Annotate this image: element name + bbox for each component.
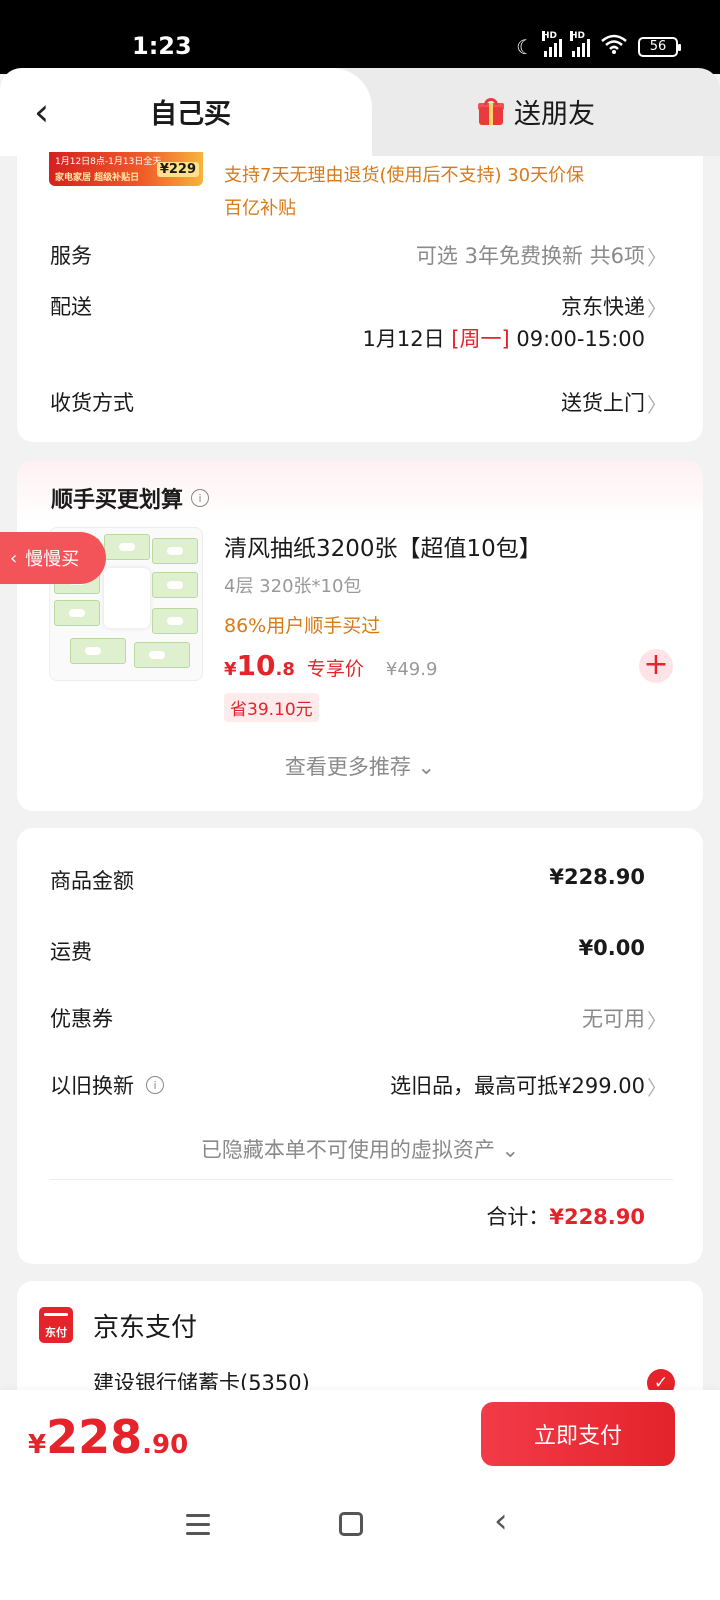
service-value[interactable]: 可选 3年免费换新 共6项 (416, 240, 645, 270)
slow-buy-label: 慢慢买 (25, 549, 80, 570)
delivery-value[interactable]: 京东快递 (561, 291, 645, 321)
promo-banner: 1月12日8点-1月13日全天 家电家居 超级补贴日 ¥229 (49, 152, 203, 186)
shipping-label: 运费 (50, 940, 92, 964)
tab-self-buy-label: 自己买 (150, 99, 231, 130)
chevron-left-icon: ‹ (10, 547, 18, 569)
status-icons: ☾ HD HD 56 (516, 30, 681, 59)
promo-banner-title: 家电家居 超级补贴日 (55, 173, 140, 183)
home-icon[interactable] (339, 1512, 363, 1536)
product-price: ¥ 10 .8 专享价 ¥49.9 (224, 649, 438, 682)
back-arrow-icon[interactable]: ‹ (34, 92, 64, 132)
service-chevron-icon[interactable]: 〉 (647, 242, 667, 271)
status-time: 1:23 (132, 32, 192, 60)
moon-icon: ☾ (516, 34, 534, 59)
add-product-button[interactable]: + (639, 649, 673, 683)
divider (50, 1179, 673, 1180)
goods-amount-value: ¥228.90 (549, 865, 645, 889)
receive-chevron-icon[interactable]: 〉 (647, 389, 667, 418)
service-label: 服务 (50, 244, 92, 268)
header-tabs: ‹ 自己买 送朋友 (0, 68, 720, 156)
price-summary-card: 商品金额 ¥228.90 运费 ¥0.00 优惠券 无可用 〉 以旧换新 i 选… (17, 828, 703, 1264)
subsidy-text: 百亿补贴 (224, 198, 296, 219)
tab-gift-friend[interactable]: 送朋友 (478, 92, 595, 131)
status-bar: 1:23 ☾ HD HD 56 (0, 0, 720, 74)
promo-banner-dates: 1月12日8点-1月13日全天 (55, 157, 162, 167)
battery-icon: 56 (638, 36, 681, 57)
jd-pay-icon: 东付 (39, 1307, 73, 1343)
delivery-time[interactable]: 1月12日 [周一] 09:00-15:00 (363, 323, 645, 353)
pay-total-amount: ¥228.90 (28, 1410, 189, 1464)
savings-badge: 省39.10元 (224, 693, 319, 722)
more-recommend-link[interactable]: 查看更多推荐 ⌄ (17, 751, 703, 781)
slow-buy-tag[interactable]: ‹ 慢慢买 (0, 532, 106, 584)
system-nav-bar: ‹ (0, 1490, 720, 1600)
coupon-label: 优惠券 (50, 1007, 113, 1031)
delivery-chevron-icon[interactable]: 〉 (647, 293, 667, 322)
tab-gift-friend-label: 送朋友 (514, 99, 595, 130)
goods-amount-label: 商品金额 (50, 869, 134, 893)
promo-banner-price: ¥229 (156, 162, 199, 177)
order-info-card: 1月12日8点-1月13日全天 家电家居 超级补贴日 ¥229 支持7天无理由退… (17, 152, 703, 442)
signal-icon-2: HD (570, 30, 590, 57)
wifi-icon (600, 34, 628, 59)
gift-icon (478, 97, 504, 126)
payment-method-title: 京东支付 (93, 1313, 198, 1343)
product-spec: 4层 320张*10包 (224, 576, 362, 597)
shipping-value: ¥0.00 (578, 936, 645, 960)
original-price: ¥49.9 (385, 659, 438, 680)
tab-self-buy[interactable]: ‹ 自己买 (0, 68, 372, 156)
product-name[interactable]: 清风抽纸3200张【超值10包】 (224, 529, 542, 563)
receive-method-label: 收货方式 (50, 391, 134, 415)
bottom-pay-bar: ¥228.90 立即支付 (0, 1390, 720, 1490)
tradein-chevron-icon[interactable]: 〉 (647, 1072, 667, 1101)
menu-icon[interactable] (186, 1514, 210, 1536)
product-purchase-rate: 86%用户顺手买过 (224, 615, 381, 637)
coupon-chevron-icon[interactable]: 〉 (647, 1005, 667, 1034)
tradein-label: 以旧换新 i (50, 1070, 164, 1100)
coupon-value[interactable]: 无可用 (582, 1003, 645, 1033)
order-total: 合计：¥228.90 (486, 1205, 645, 1229)
return-policy-text: 支持7天无理由退货(使用后不支持) 30天价保 (224, 165, 585, 186)
back-icon[interactable]: ‹ (494, 1504, 508, 1538)
delivery-label: 配送 (50, 295, 92, 319)
receive-method-value[interactable]: 送货上门 (561, 387, 645, 417)
recommend-title: 顺手买更划算 i (51, 482, 210, 514)
hidden-assets-toggle[interactable]: 已隐藏本单不可使用的虚拟资产 ⌄ (17, 1134, 703, 1164)
recommend-card: 顺手买更划算 i 清风抽纸3200张【超值10包】 4层 320张*10包 86… (17, 461, 703, 811)
info-icon[interactable]: i (191, 489, 210, 507)
tradein-info-icon[interactable]: i (146, 1076, 164, 1094)
tradein-value[interactable]: 选旧品，最高可抵¥299.00 (390, 1070, 645, 1100)
pay-now-button[interactable]: 立即支付 (481, 1402, 675, 1466)
signal-icon: HD (542, 30, 562, 57)
exclusive-price-tag: 专享价 (306, 658, 364, 680)
